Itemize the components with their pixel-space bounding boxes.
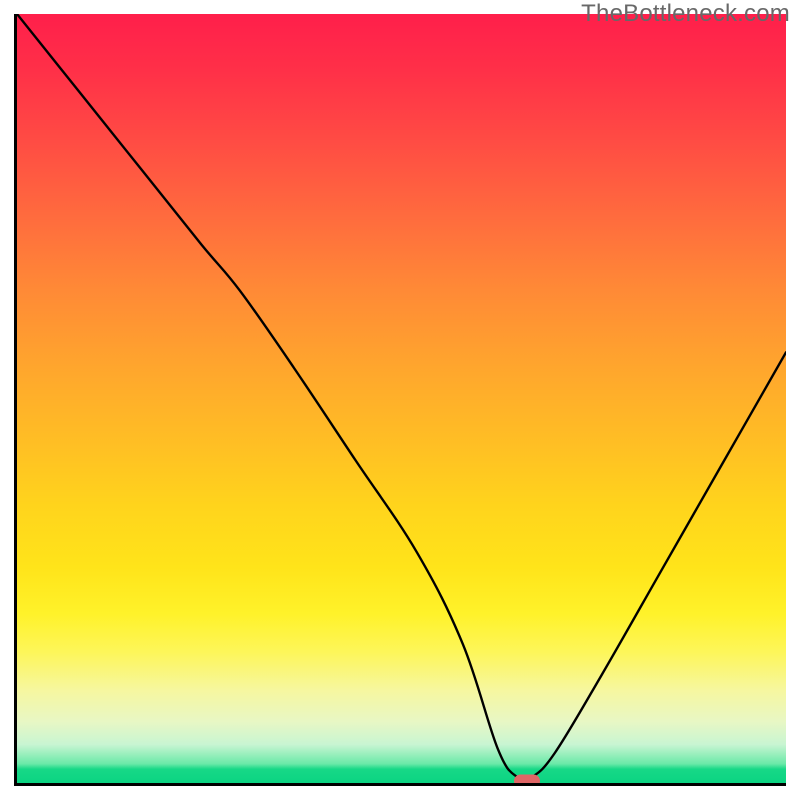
chart-container: TheBottleneck.com bbox=[0, 0, 800, 800]
bottleneck-curve bbox=[17, 14, 786, 780]
optimal-marker bbox=[514, 775, 540, 786]
plot-area bbox=[14, 14, 786, 786]
watermark-text: TheBottleneck.com bbox=[581, 0, 790, 28]
curve-svg bbox=[17, 14, 786, 783]
